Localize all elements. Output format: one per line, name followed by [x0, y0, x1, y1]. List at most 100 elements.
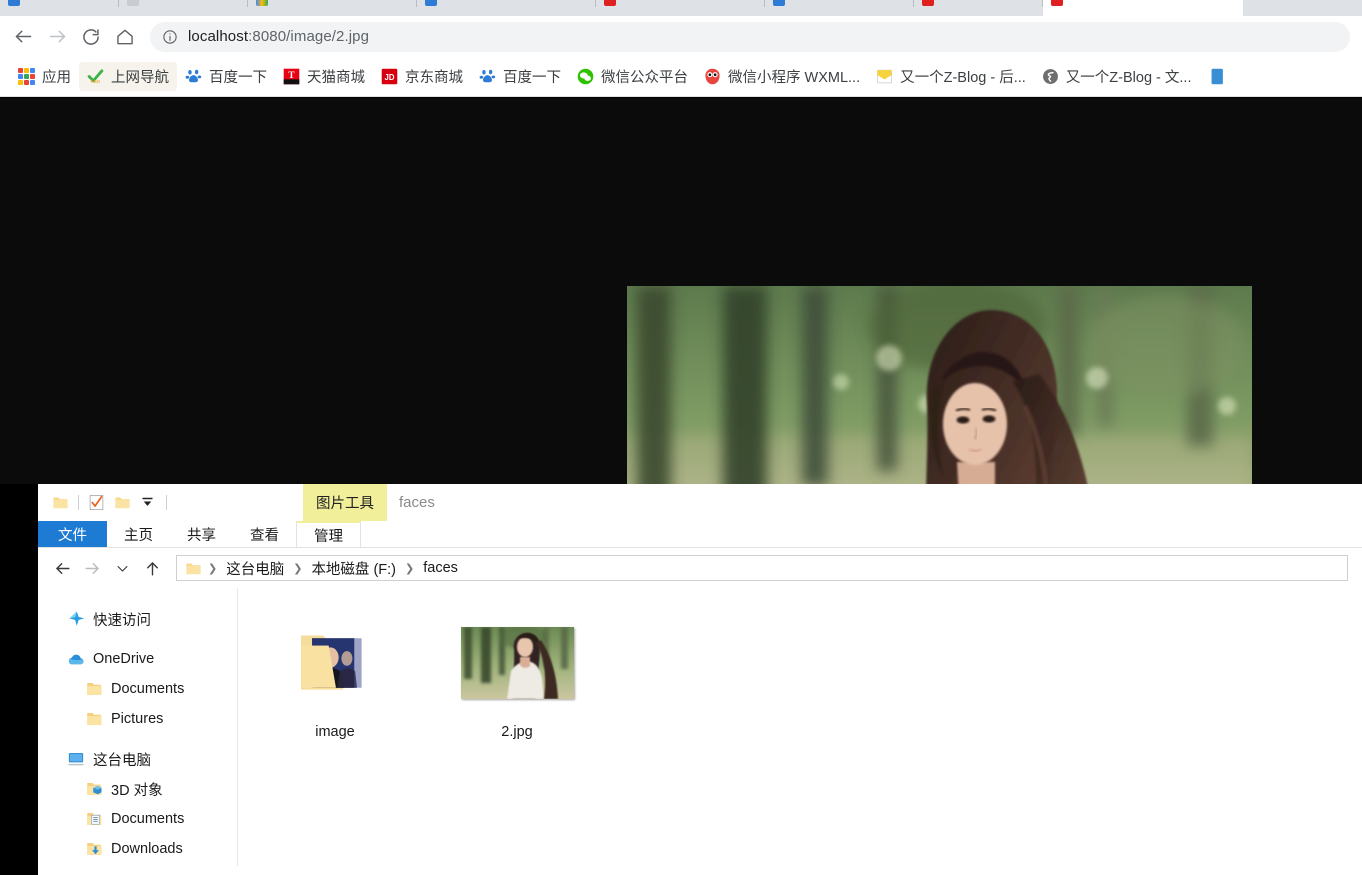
3d-objects-icon: [85, 780, 103, 798]
bookmark-partial[interactable]: [1200, 64, 1240, 89]
contextual-tab-group-label: 图片工具: [303, 484, 387, 521]
nav-item-onedrive-documents[interactable]: Documents: [38, 674, 237, 704]
bookmark-hao123[interactable]: hao 上网导航: [79, 62, 177, 91]
file-list-view[interactable]: image 2.jpg: [238, 588, 1362, 866]
reload-icon[interactable]: [74, 20, 108, 54]
tab-favicon: [127, 0, 139, 6]
nav-item-documents[interactable]: Documents: [38, 804, 237, 834]
svg-text:JD: JD: [385, 73, 395, 82]
browser-tab[interactable]: [596, 0, 764, 16]
nav-item-onedrive[interactable]: OneDrive: [38, 644, 237, 674]
browser-tab[interactable]: [248, 0, 416, 16]
bookmark-baidu-2[interactable]: 百度一下: [471, 62, 569, 91]
hao123-icon: hao: [87, 68, 104, 85]
bookmark-zblog-article[interactable]: 又一个Z-Blog - 文...: [1034, 62, 1200, 91]
folder-icon: [85, 680, 103, 698]
address-bar-url: localhost:8080/image/2.jpg: [188, 28, 369, 45]
bookmark-label: 京东商城: [405, 70, 463, 86]
up-arrow-icon[interactable]: [138, 554, 166, 582]
tab-favicon: [773, 0, 785, 6]
breadcrumb-bar[interactable]: ❯ 这台电脑 ❯ 本地磁盘 (F:) ❯ faces: [176, 555, 1348, 581]
bookmark-baidu-1[interactable]: 百度一下: [177, 62, 275, 91]
browser-tab[interactable]: [914, 0, 1042, 16]
folder-icon: [85, 710, 103, 728]
ribbon-tab-manage[interactable]: 管理: [296, 521, 361, 547]
ribbon-tab-view[interactable]: 查看: [233, 521, 296, 547]
nav-item-3d-objects[interactable]: 3D 对象: [38, 774, 237, 804]
ribbon-tab-share[interactable]: 共享: [170, 521, 233, 547]
bookmark-wechat-mp[interactable]: 微信公众平台: [569, 62, 696, 91]
browser-tab[interactable]: [0, 0, 118, 16]
home-icon[interactable]: [108, 20, 142, 54]
back-arrow-icon[interactable]: [48, 554, 76, 582]
file-item-folder[interactable]: image: [270, 610, 400, 740]
bookmark-tmall[interactable]: T 天猫商城: [275, 62, 373, 91]
wechat-icon: [577, 68, 594, 85]
page-viewport: [0, 98, 1362, 484]
wxml-owl-icon: [704, 68, 721, 85]
browser-tab[interactable]: [119, 0, 247, 16]
forward-arrow-icon[interactable]: [40, 20, 74, 54]
address-bar[interactable]: localhost:8080/image/2.jpg: [150, 21, 1350, 52]
nav-label: Documents: [111, 811, 185, 827]
browser-tab-active[interactable]: [1043, 0, 1243, 16]
chevron-right-icon: ❯: [208, 562, 218, 575]
breadcrumb-item-faces[interactable]: faces: [420, 560, 461, 576]
forward-arrow-icon[interactable]: [78, 554, 106, 582]
browser-toolbar: localhost:8080/image/2.jpg: [0, 16, 1362, 57]
browser-tab-strip[interactable]: ● — □ ✕: [0, 0, 1362, 16]
nav-item-this-pc[interactable]: 这台电脑: [38, 744, 237, 774]
partial-bookmark-icon: [1208, 68, 1225, 85]
customize-dropdown-icon[interactable]: [140, 494, 157, 511]
bookmark-jd[interactable]: JD 京东商城: [373, 62, 471, 91]
back-arrow-icon[interactable]: [6, 20, 40, 54]
folder-icon: [185, 560, 202, 577]
nav-item-quick-access[interactable]: 快速访问: [38, 604, 237, 634]
thumbnail: [299, 610, 371, 715]
folder-icon[interactable]: [52, 494, 69, 511]
nav-item-downloads[interactable]: Downloads: [38, 834, 237, 864]
bookmark-label: 微信小程序 WXML...: [728, 70, 861, 86]
baidu-icon: [479, 68, 496, 85]
file-explorer-window: 图片工具 faces 文件 主页 共享 查看 管理 ❯ 这台电脑 ❯ 本地磁盘 …: [38, 484, 1362, 875]
new-folder-icon[interactable]: [114, 494, 131, 511]
jd-icon: JD: [381, 68, 398, 85]
bookmark-apps[interactable]: 应用: [10, 62, 79, 91]
picture-tools-label: 图片工具: [316, 496, 374, 512]
explorer-address-bar: ❯ 这台电脑 ❯ 本地磁盘 (F:) ❯ faces: [38, 548, 1362, 588]
chevron-right-icon: ❯: [293, 562, 303, 575]
file-item-image[interactable]: 2.jpg: [452, 610, 582, 740]
toolbar-separator: [166, 495, 167, 510]
info-circle-icon[interactable]: [162, 29, 178, 45]
recent-locations-chevron-down-icon[interactable]: [108, 554, 136, 582]
breadcrumb-item-this-pc[interactable]: 这台电脑: [223, 558, 287, 579]
apps-grid-icon: [18, 68, 35, 85]
browser-tab[interactable]: [765, 0, 913, 16]
image-thumbnail: [460, 626, 574, 699]
page-image[interactable]: [627, 286, 1252, 484]
ribbon-tab-home[interactable]: 主页: [107, 521, 170, 547]
chevron-right-icon: ❯: [405, 562, 415, 575]
ribbon-tab-file[interactable]: 文件: [38, 521, 107, 547]
url-path: :8080/image/2.jpg: [248, 28, 370, 45]
nav-label: Documents: [111, 681, 185, 697]
bookmark-zblog-admin[interactable]: 又一个Z-Blog - 后...: [868, 62, 1034, 91]
bookmarks-bar: 应用 hao 上网导航 百度一下 T 天猫商城 JD 京东商城 百度一下 微信公…: [0, 57, 1362, 97]
tab-favicon: [256, 0, 268, 6]
tab-strip-inner: [0, 0, 1362, 16]
bookmark-wxml[interactable]: 微信小程序 WXML...: [696, 62, 868, 91]
browser-tab[interactable]: [417, 0, 595, 16]
zblog-globe-icon: [1042, 68, 1059, 85]
downloads-folder-icon: [85, 840, 103, 858]
url-host: localhost: [188, 28, 249, 45]
nav-item-onedrive-pictures[interactable]: Pictures: [38, 704, 237, 734]
file-label: image: [315, 724, 355, 740]
photo-graphic: [627, 286, 1252, 484]
screen: ● — □ ✕ localhost:8080/image/2.jpg: [0, 0, 1362, 875]
bookmark-label: 上网导航: [111, 70, 169, 86]
properties-checkmark-icon[interactable]: [88, 494, 105, 511]
breadcrumb-item-local-disk-f[interactable]: 本地磁盘 (F:): [308, 558, 399, 579]
nav-label: 快速访问: [93, 612, 151, 629]
